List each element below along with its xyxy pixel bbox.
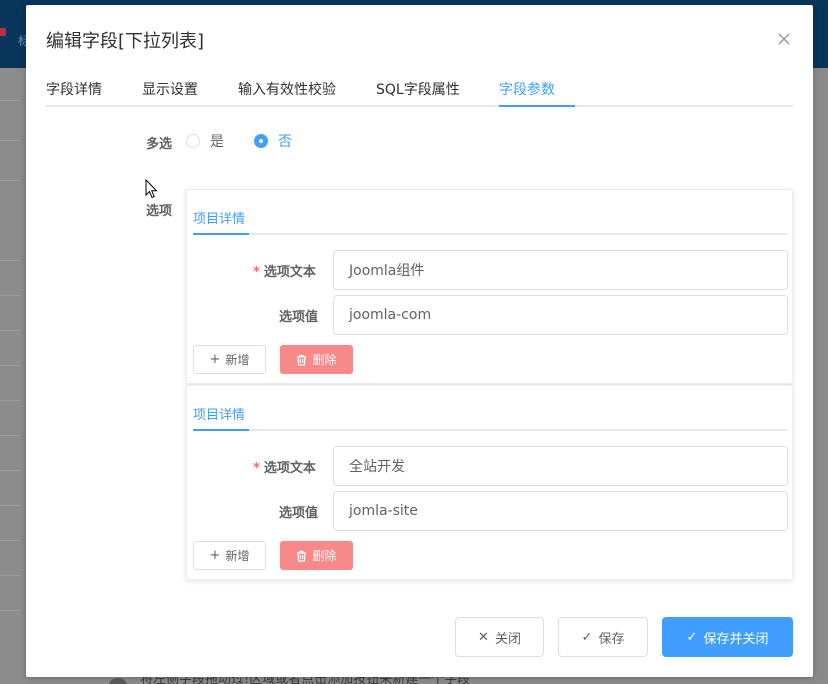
app-sidebar-background [0, 80, 26, 640]
radio-no[interactable]: 否 [254, 131, 292, 151]
delete-item-label: 删除 [312, 353, 337, 367]
radio-no-label: 否 [278, 134, 292, 150]
delete-item-label: 删除 [312, 549, 337, 563]
add-item-label: 新增 [225, 353, 250, 367]
item-details-tab[interactable]: 项目详情 [193, 208, 245, 227]
item-details-tab[interactable]: 项目详情 [193, 404, 245, 423]
option-value-label: 选项值 [279, 506, 319, 521]
tab-field-details[interactable]: 字段详情 [46, 79, 102, 99]
option-item-card: 项目详情 * 选项文本 全站开发 选项值 jomla-site + 新增 删除 [186, 385, 793, 580]
add-item-label: 新增 [225, 549, 250, 563]
delete-item-button[interactable]: 删除 [280, 345, 353, 374]
add-item-button[interactable]: + 新增 [193, 541, 266, 570]
tab-validation[interactable]: 输入有效性校验 [238, 79, 336, 99]
option-item-card: 项目详情 * 选项文本 Joomla组件 选项值 joomla-com + 新增 … [186, 189, 793, 384]
add-item-button[interactable]: + 新增 [193, 345, 266, 374]
radio-yes-dot [186, 134, 200, 148]
tab-display-settings[interactable]: 显示设置 [142, 79, 198, 99]
radio-no-dot [254, 134, 268, 148]
tab-sql-attributes[interactable]: SQL字段属性 [376, 79, 460, 99]
close-icon: ✕ [478, 629, 489, 645]
radio-yes-label: 是 [210, 134, 224, 150]
options-label: 选项 [146, 204, 173, 219]
item-tab-line [193, 233, 788, 235]
close-button-label: 关闭 [494, 631, 521, 647]
multi-select-label: 多选 [146, 137, 173, 152]
option-value-label: 选项值 [279, 310, 319, 325]
app-logo-mark [0, 28, 6, 36]
trash-icon [297, 354, 307, 366]
option-text-input[interactable]: Joomla组件 [333, 250, 788, 290]
edit-field-dialog: 编辑字段[下拉列表] 字段详情 显示设置 输入有效性校验 SQL字段属性 字段参… [26, 5, 813, 677]
option-text-label: * 选项文本 [253, 265, 316, 280]
close-button[interactable]: ✕ 关闭 [455, 617, 544, 657]
save-button-label: 保存 [598, 631, 625, 647]
delete-item-button[interactable]: 删除 [280, 541, 353, 570]
mouse-cursor-icon [145, 179, 158, 199]
radio-yes[interactable]: 是 [186, 131, 224, 151]
save-button[interactable]: ✓ 保存 [558, 617, 648, 657]
plus-icon: + [209, 548, 221, 563]
option-text-label: * 选项文本 [253, 461, 316, 476]
app-right-edge [812, 68, 828, 684]
item-tab-line [193, 429, 788, 431]
option-value-input[interactable]: jomla-site [333, 491, 788, 531]
tab-field-params[interactable]: 字段参数 [499, 79, 555, 99]
plus-icon: + [209, 352, 221, 367]
save-and-close-button[interactable]: ✓ 保存并关闭 [662, 617, 793, 657]
option-value-input[interactable]: joomla-com [333, 295, 788, 335]
dialog-tabs: 字段详情 显示设置 输入有效性校验 SQL字段属性 字段参数 [46, 75, 793, 107]
save-and-close-label: 保存并关闭 [703, 631, 769, 647]
close-icon[interactable] [777, 31, 793, 47]
active-tab-indicator [499, 105, 575, 107]
dialog-title: 编辑字段[下拉列表] [46, 31, 205, 52]
check-icon: ✓ [686, 629, 698, 645]
option-text-input[interactable]: 全站开发 [333, 446, 788, 486]
trash-icon [297, 550, 307, 562]
check-icon: ✓ [581, 629, 593, 645]
